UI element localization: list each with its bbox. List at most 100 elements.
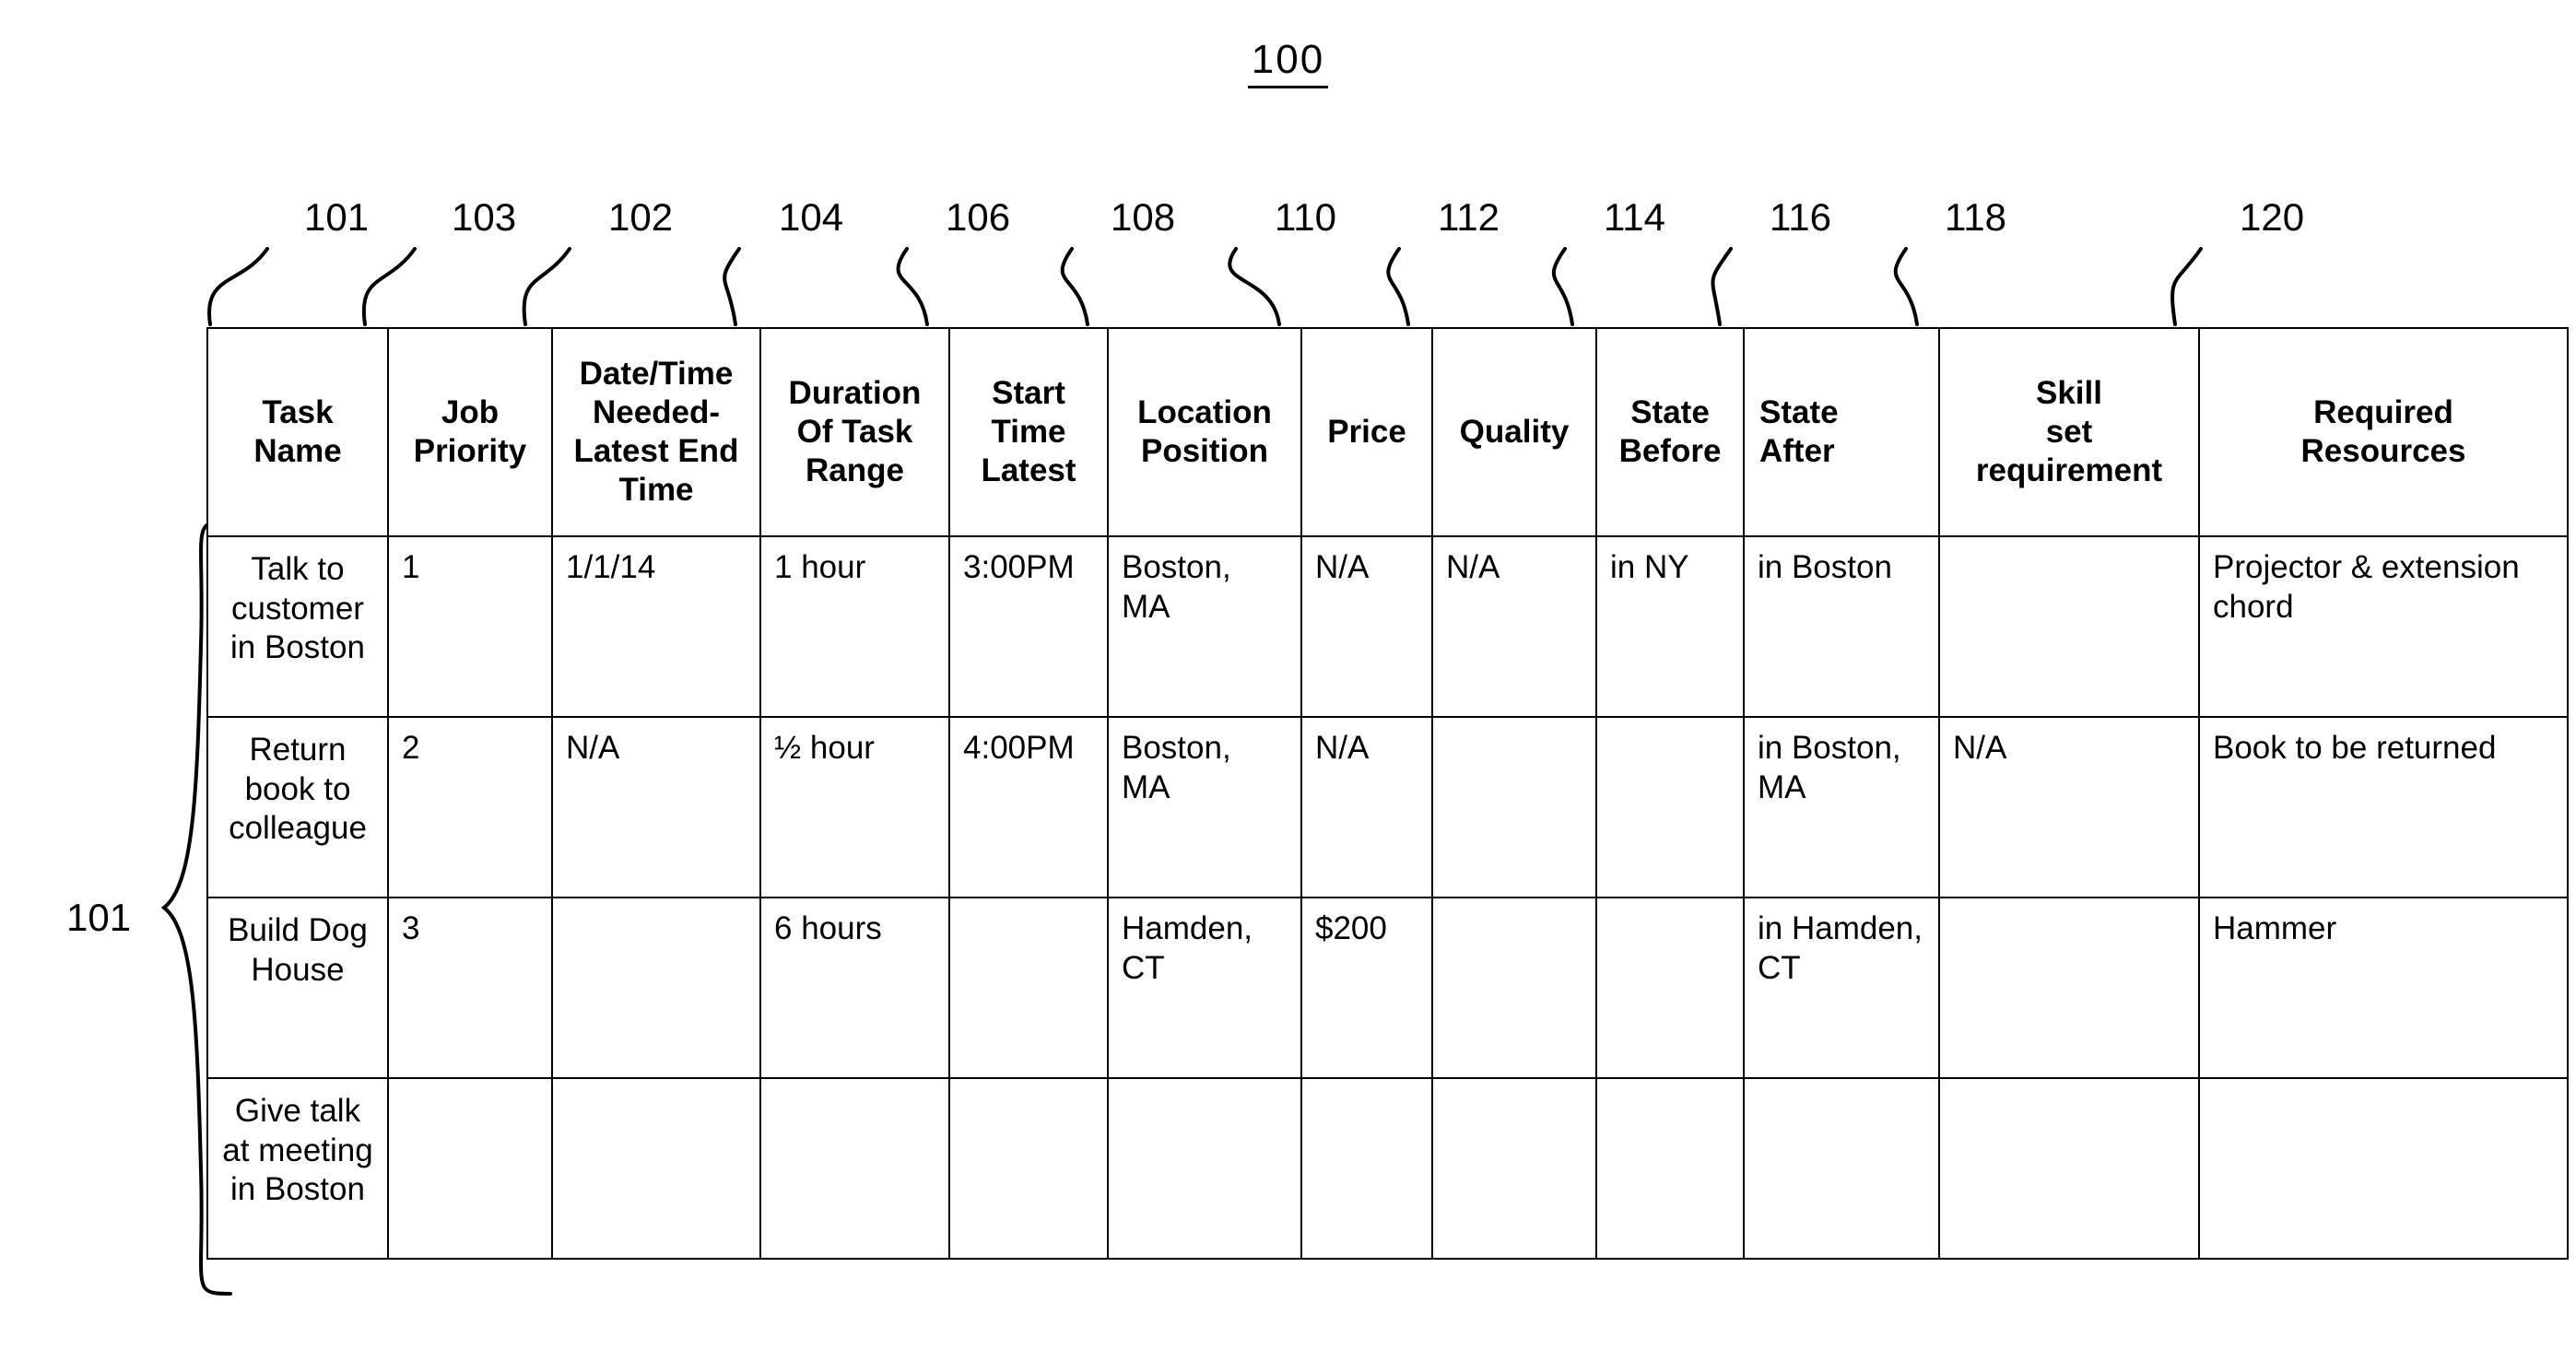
cell-duration-of-task-range — [759, 1077, 950, 1260]
hdr-line: Date/Time — [579, 356, 734, 392]
hdr-line: Skill — [2036, 375, 2102, 411]
cell-date-time-needed: N/A — [551, 716, 761, 898]
hdr-line: Name — [253, 433, 342, 469]
hdr-line: Quality — [1459, 414, 1570, 450]
hdr-line: requirement — [1975, 452, 2163, 488]
hdr-line: Latest — [981, 452, 1076, 488]
hdr-line: Priority — [413, 433, 527, 469]
cell-quality: N/A — [1431, 535, 1597, 718]
hdr-line: set — [2045, 414, 2093, 450]
cell-start-time-latest — [948, 897, 1109, 1079]
cell-required-resources: Book to be returned — [2198, 716, 2569, 898]
cell-state-after — [1743, 1077, 1940, 1260]
callout-leader-line — [723, 247, 741, 326]
callout-leader-line — [1060, 247, 1089, 326]
task-table-container: Task Name Job Priority Date/Time Needed- Lat… — [206, 327, 2569, 1260]
cell-duration-of-task-range: ½ hour — [759, 716, 950, 898]
column-header-price: Price — [1300, 327, 1433, 537]
cell-state-after: in Hamden, CT — [1743, 897, 1940, 1079]
hdr-line: Required — [2313, 394, 2453, 430]
callout-leader-line — [1893, 247, 1919, 326]
callout-reference-number: 120 — [2240, 195, 2305, 239]
cell-skill-set-requirement — [1938, 1077, 2200, 1260]
callout-leader-line — [361, 247, 417, 326]
cell-task-name: Give talk at meeting in Boston — [206, 1077, 389, 1260]
hdr-line: Position — [1140, 433, 1269, 469]
cell-date-time-needed — [551, 897, 761, 1079]
cell-price: N/A — [1300, 535, 1433, 718]
cell-duration-of-task-range: 6 hours — [759, 897, 950, 1079]
hdr-line: Latest End — [573, 433, 739, 469]
callout-reference-number: 102 — [608, 195, 674, 239]
callout-leader-line — [522, 247, 571, 326]
callout-reference-number: 112 — [1438, 195, 1500, 239]
callout-reference-number: 118 — [1945, 195, 2006, 239]
hdr-line: Time — [991, 414, 1066, 450]
cell-state-after: in Boston — [1743, 535, 1940, 718]
column-header-state-before: State Before — [1595, 327, 1745, 537]
bracket-reference-label: 101 — [66, 896, 132, 939]
hdr-line: Job — [441, 394, 500, 430]
cell-task-name: Build Dog House — [206, 897, 389, 1079]
table-row: Give talk at meeting in Boston — [206, 1077, 2569, 1260]
cell-job-priority: 3 — [387, 897, 553, 1079]
cell-location-position: Hamden, CT — [1107, 897, 1302, 1079]
cell-date-time-needed: 1/1/14 — [551, 535, 761, 718]
hdr-line: Price — [1327, 414, 1406, 450]
table-row: Return book to colleague 2 N/A ½ hour 4:… — [206, 716, 2569, 898]
hdr-line: Task — [262, 394, 334, 430]
hdr-line: After — [1759, 433, 1835, 469]
callout-leader-line — [2170, 247, 2203, 326]
hdr-line: Range — [806, 452, 904, 488]
cell-state-before — [1595, 1077, 1745, 1260]
callout-leader-line — [1551, 247, 1574, 326]
hdr-line: Start — [992, 375, 1065, 411]
cell-job-priority — [387, 1077, 553, 1260]
cell-state-before — [1595, 716, 1745, 898]
callout-leader-line — [896, 247, 929, 326]
table-header-row: Task Name Job Priority Date/Time Needed- Lat… — [206, 327, 2569, 537]
cell-price: N/A — [1300, 716, 1433, 898]
cell-location-position: Boston, MA — [1107, 716, 1302, 898]
cell-skill-set-requirement — [1938, 897, 2200, 1079]
callout-leader-line — [1711, 247, 1733, 326]
cell-price — [1300, 1077, 1433, 1260]
callout-leader-line — [207, 247, 269, 326]
hdr-line: Before — [1618, 433, 1722, 469]
column-header-date-time-needed: Date/Time Needed- Latest End Time — [551, 327, 761, 537]
hdr-line: Location — [1137, 394, 1272, 430]
column-header-job-priority: Job Priority — [387, 327, 553, 537]
figure-number: 100 — [0, 37, 2576, 88]
callout-reference-number: 110 — [1275, 195, 1336, 239]
column-header-start-time-latest: Start Time Latest — [948, 327, 1109, 537]
callout-reference-number: 106 — [946, 195, 1011, 239]
cell-location-position — [1107, 1077, 1302, 1260]
column-header-location-position: Location Position — [1107, 327, 1302, 537]
cell-job-priority: 1 — [387, 535, 553, 718]
cell-duration-of-task-range: 1 hour — [759, 535, 950, 718]
hdr-line: Needed- — [592, 394, 721, 430]
callout-reference-number: 103 — [452, 195, 517, 239]
cell-job-priority: 2 — [387, 716, 553, 898]
hdr-line: Time — [618, 472, 694, 508]
callout-reference-number: 101 — [304, 195, 370, 239]
callout-reference-number: 116 — [1770, 195, 1831, 239]
callout-reference-number: 104 — [779, 195, 844, 239]
cell-state-before: in NY — [1595, 535, 1745, 718]
callout-reference-number: 108 — [1111, 195, 1176, 239]
column-header-task-name: Task Name — [206, 327, 389, 537]
hdr-line: Duration — [788, 375, 922, 411]
cell-start-time-latest: 4:00PM — [948, 716, 1109, 898]
cell-state-after: in Boston, MA — [1743, 716, 1940, 898]
cell-required-resources — [2198, 1077, 2569, 1260]
cell-required-resources: Projector & extension chord — [2198, 535, 2569, 718]
cell-skill-set-requirement — [1938, 535, 2200, 718]
cell-date-time-needed — [551, 1077, 761, 1260]
column-header-skill-set-requirement: Skill set requirement — [1938, 327, 2200, 537]
hdr-line: Resources — [2300, 433, 2466, 469]
cell-required-resources: Hammer — [2198, 897, 2569, 1079]
cell-quality — [1431, 716, 1597, 898]
figure-number-text: 100 — [1247, 37, 1329, 88]
cell-task-name: Return book to colleague — [206, 716, 389, 898]
hdr-line: Of Task — [796, 414, 913, 450]
